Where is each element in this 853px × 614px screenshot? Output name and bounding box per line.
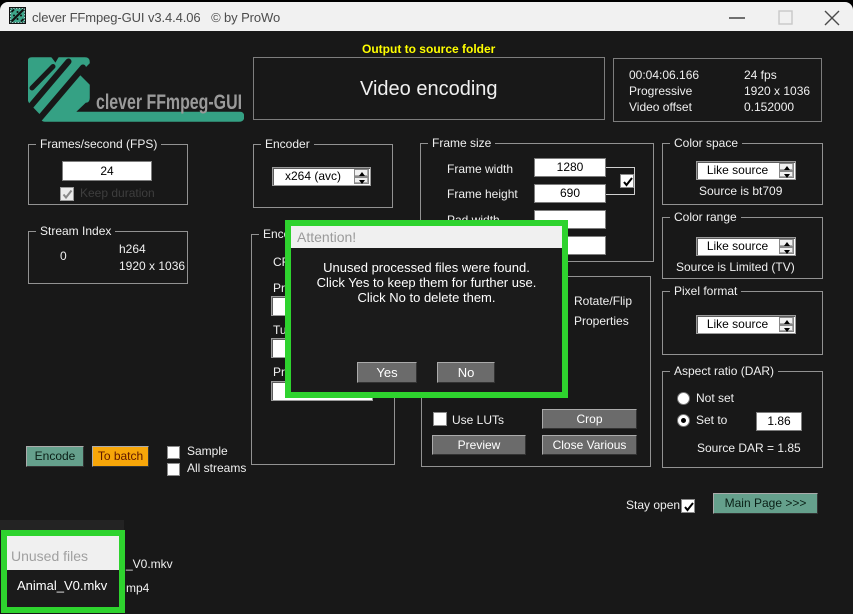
svg-text:clever FFmpeg-GUI: clever FFmpeg-GUI (96, 91, 242, 114)
